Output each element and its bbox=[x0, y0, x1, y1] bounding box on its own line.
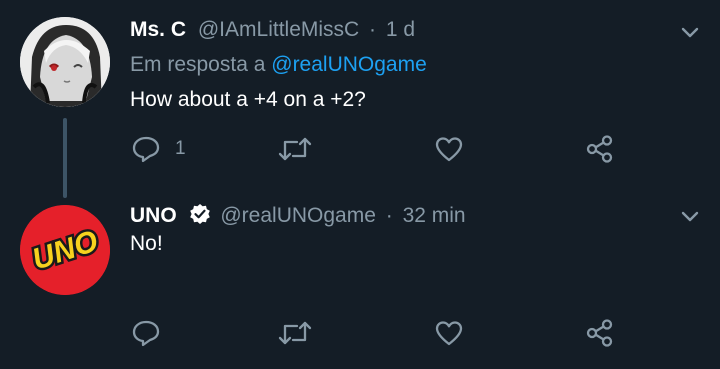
timestamp[interactable]: 32 min bbox=[403, 204, 466, 227]
replying-to-link[interactable]: @realUNOgame bbox=[271, 53, 427, 76]
tweet-header: UNO @realUNOgame · 32 min bbox=[130, 203, 466, 229]
avatar-uno[interactable]: UNO UNO bbox=[20, 205, 110, 295]
share-icon bbox=[586, 319, 613, 347]
heart-icon bbox=[435, 321, 463, 346]
retweet-icon bbox=[278, 321, 312, 345]
author-name[interactable]: UNO bbox=[130, 204, 177, 227]
share-button[interactable] bbox=[585, 316, 615, 350]
share-button[interactable] bbox=[585, 132, 615, 166]
retweet-icon bbox=[278, 137, 312, 161]
avatar-ms-c[interactable] bbox=[20, 17, 110, 107]
author-name[interactable]: Ms. C bbox=[130, 18, 186, 41]
like-button[interactable] bbox=[434, 132, 464, 166]
separator-dot: · bbox=[369, 18, 377, 41]
tweet-actions: 1 bbox=[0, 132, 720, 166]
verified-badge-icon bbox=[189, 204, 210, 224]
author-handle[interactable]: @realUNOgame bbox=[220, 204, 376, 227]
tweet-header: Ms. C @IAmLittleMissC · 1 d bbox=[130, 17, 415, 43]
reply-icon bbox=[132, 320, 160, 347]
share-icon bbox=[586, 135, 613, 163]
author-handle[interactable]: @IAmLittleMissC bbox=[198, 18, 359, 41]
heart-icon bbox=[435, 137, 463, 162]
retweet-button[interactable] bbox=[277, 316, 313, 350]
tweet-actions bbox=[0, 316, 720, 350]
reply-icon bbox=[132, 136, 160, 163]
replying-to-line: Em resposta a @realUNOgame bbox=[130, 53, 427, 77]
reply-button[interactable]: 1 bbox=[131, 132, 186, 166]
separator-dot: · bbox=[385, 204, 393, 227]
reply-button[interactable] bbox=[131, 316, 161, 350]
thread-connector-line bbox=[63, 118, 67, 198]
anime-girl-avatar-image bbox=[20, 17, 110, 107]
like-button[interactable] bbox=[434, 316, 464, 350]
chevron-down-icon[interactable] bbox=[680, 210, 700, 224]
chevron-down-icon[interactable] bbox=[680, 26, 700, 40]
retweet-button[interactable] bbox=[277, 132, 313, 166]
replying-to-label: Em resposta a bbox=[130, 53, 266, 76]
reply-count: 1 bbox=[175, 138, 186, 159]
timestamp[interactable]: 1 d bbox=[386, 18, 415, 41]
tweet-ms-c[interactable]: Ms. C @IAmLittleMissC · 1 d Em resposta … bbox=[0, 0, 720, 190]
tweet-text: No! bbox=[130, 232, 163, 255]
tweet-text: How about a +4 on a +2? bbox=[130, 88, 366, 111]
uno-logo-icon: UNO UNO bbox=[20, 205, 110, 295]
